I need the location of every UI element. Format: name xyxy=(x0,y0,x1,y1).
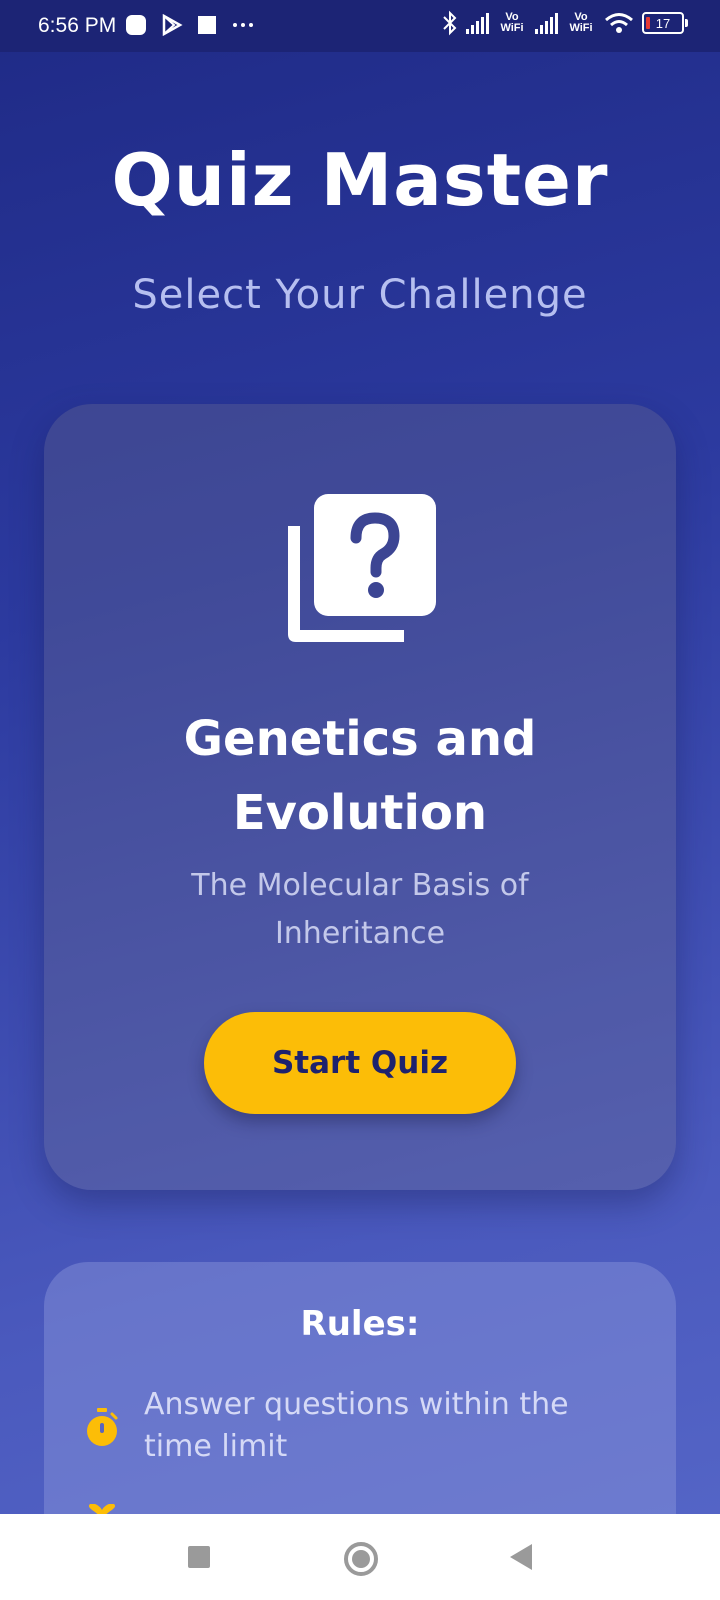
quiz-icon xyxy=(288,494,436,642)
status-bar: 6:56 PM Vo WiFi Vo WiFi 17 xyxy=(0,0,720,52)
battery-icon: 17 xyxy=(642,12,688,34)
quiz-title: Genetics and Evolution xyxy=(183,711,537,841)
stop-notification-icon xyxy=(198,16,216,34)
signal-icon-1 xyxy=(466,12,489,34)
rule-text: Answer questions within the time limit xyxy=(144,1387,569,1464)
wifi-icon xyxy=(605,13,633,33)
page-subtitle: Select Your Challenge xyxy=(132,272,588,318)
signal-icon-2 xyxy=(535,12,558,34)
status-time: 6:56 PM xyxy=(38,14,117,37)
notification-icons xyxy=(125,14,255,36)
quiz-description: The Molecular Basis of Inheritance xyxy=(191,868,529,951)
battery-level: 17 xyxy=(655,15,671,31)
timer-icon xyxy=(87,1408,118,1446)
more-notifications-icon xyxy=(233,23,253,27)
rules-title: Rules: xyxy=(300,1304,420,1344)
vowifi-label-1: Vo WiFi xyxy=(500,11,524,34)
vowifi-label-2: Vo WiFi xyxy=(569,11,593,34)
play-store-icon xyxy=(162,14,183,36)
home-button[interactable] xyxy=(344,1542,378,1576)
page-title: Quiz Master xyxy=(111,138,609,222)
recent-apps-button[interactable] xyxy=(188,1546,210,1568)
app-notification-icon xyxy=(126,15,146,35)
back-button[interactable] xyxy=(510,1544,532,1570)
system-indicators: Vo WiFi Vo WiFi 17 xyxy=(442,10,688,36)
bluetooth-icon xyxy=(443,10,457,36)
start-quiz-button[interactable]: Start Quiz xyxy=(204,1012,516,1114)
